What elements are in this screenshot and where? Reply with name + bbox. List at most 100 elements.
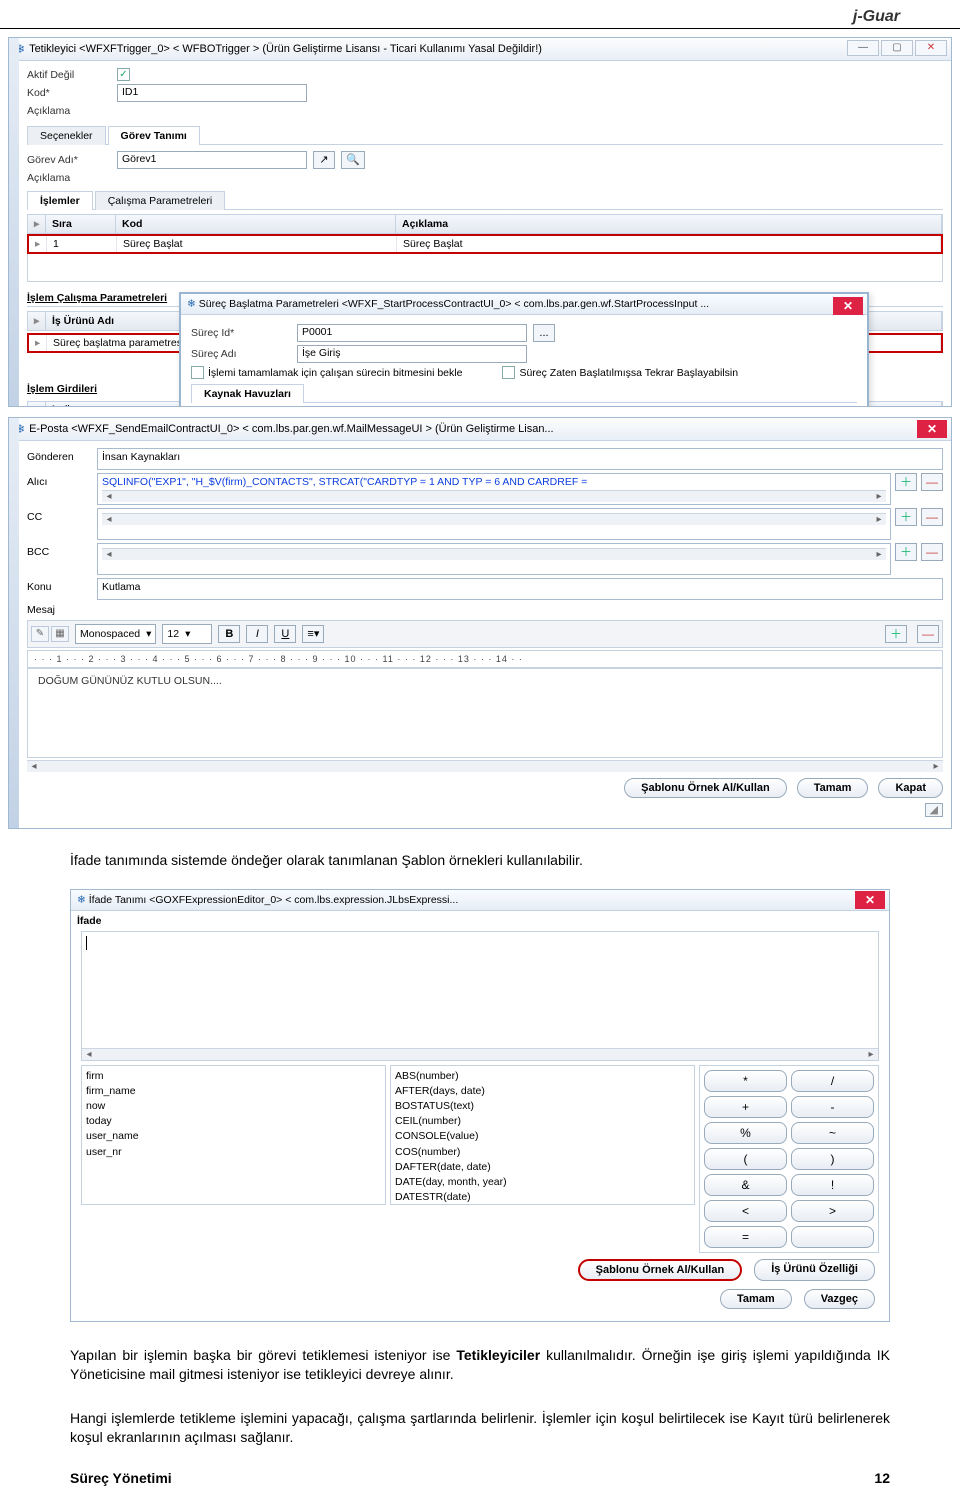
- list-item[interactable]: DAFTER(date, date): [395, 1160, 690, 1175]
- add-recipient-button[interactable]: ＋: [895, 473, 917, 491]
- tool-icon-2[interactable]: ▦: [51, 626, 69, 642]
- keypad-key[interactable]: ): [791, 1148, 874, 1170]
- remove-bcc-button[interactable]: —: [921, 543, 943, 561]
- editor-area[interactable]: DOĞUM GÜNÜNÜZ KUTLU OLSUN....: [27, 668, 943, 758]
- alici-scrollbar[interactable]: ◂▸: [102, 490, 886, 502]
- empty-grid-area: [27, 254, 943, 282]
- list-item[interactable]: ABS(number): [395, 1069, 690, 1084]
- vazgec-button[interactable]: Vazgeç: [804, 1289, 875, 1309]
- search-icon[interactable]: 🔍: [341, 151, 365, 169]
- bold-button[interactable]: B: [218, 625, 240, 643]
- cc-input[interactable]: ◂▸: [97, 508, 891, 540]
- dialog-close-button[interactable]: ✕: [833, 297, 863, 315]
- surec-id-input[interactable]: P0001: [297, 324, 527, 342]
- underline-button[interactable]: U: [274, 625, 296, 643]
- keypad-key[interactable]: +: [704, 1096, 787, 1118]
- restart-allowed-checkbox[interactable]: [502, 366, 515, 379]
- remove-recipient-button[interactable]: —: [921, 473, 943, 491]
- font-size-select[interactable]: 12▾: [162, 624, 212, 644]
- tab-calisma-parametreleri[interactable]: Çalışma Parametreleri: [95, 191, 225, 210]
- editor-remove-button[interactable]: —: [917, 625, 939, 643]
- gonderen-input[interactable]: İnsan Kaynakları: [97, 448, 943, 470]
- font-select[interactable]: Monospaced▾: [75, 624, 156, 644]
- ifade-close-button[interactable]: ✕: [855, 891, 885, 909]
- sablon-kullan-button[interactable]: Şablonu Örnek Al/Kullan: [624, 778, 787, 798]
- surec-adi-input[interactable]: İşe Giriş: [297, 345, 527, 363]
- remove-cc-button[interactable]: —: [921, 508, 943, 526]
- editor-scrollbar[interactable]: ◂▸: [27, 760, 943, 772]
- window-left-bar: [9, 38, 19, 406]
- keypad-key[interactable]: *: [704, 1070, 787, 1092]
- list-item[interactable]: firm_name: [86, 1084, 381, 1099]
- keypad-key[interactable]: !: [791, 1174, 874, 1196]
- resize-grip-icon[interactable]: ◢: [925, 803, 943, 817]
- list-item[interactable]: user_name: [86, 1129, 381, 1144]
- kod-input[interactable]: ID1: [117, 84, 307, 102]
- keypad-key[interactable]: %: [704, 1122, 787, 1144]
- aktif-degil-checkbox[interactable]: ✓: [117, 68, 130, 81]
- add-cc-button[interactable]: ＋: [895, 508, 917, 526]
- lookup-button[interactable]: ...: [533, 324, 555, 342]
- keypad-key[interactable]: /: [791, 1070, 874, 1092]
- footer-page-number: 12: [874, 1470, 890, 1486]
- wait-finish-checkbox[interactable]: [191, 366, 204, 379]
- keypad-key[interactable]: &: [704, 1174, 787, 1196]
- keypad-key[interactable]: =: [704, 1226, 787, 1248]
- keypad-key[interactable]: (: [704, 1148, 787, 1170]
- is-urunu-ozelligi-button[interactable]: İş Ürünü Özelliği: [754, 1259, 875, 1281]
- expr-scrollbar[interactable]: ◂▸: [82, 1048, 878, 1060]
- keypad-key[interactable]: -: [791, 1096, 874, 1118]
- italic-button[interactable]: I: [246, 625, 268, 643]
- minimize-button[interactable]: —: [847, 40, 879, 56]
- list-item[interactable]: DATE(day, month, year): [395, 1175, 690, 1190]
- kapat-button[interactable]: Kapat: [878, 778, 943, 798]
- email-close-button[interactable]: ✕: [917, 420, 947, 438]
- tamam-button[interactable]: Tamam: [720, 1289, 792, 1309]
- tamam-button[interactable]: Tamam: [797, 778, 869, 798]
- expression-editor[interactable]: ◂▸: [81, 931, 879, 1061]
- list-item[interactable]: CONSOLE(value): [395, 1129, 690, 1144]
- list-item[interactable]: user_nr: [86, 1145, 381, 1160]
- keypad-key[interactable]: >: [791, 1200, 874, 1222]
- tool-icon-1[interactable]: ✎: [31, 626, 49, 642]
- islem-girdileri-header: İşlem Girdileri: [27, 383, 97, 397]
- functions-list[interactable]: ABS(number) AFTER(days, date) BOSTATUS(t…: [390, 1065, 695, 1205]
- tetikleyiciler-bold: Tetikleyiciler: [456, 1347, 540, 1363]
- tab-secenekler[interactable]: Seçenekler: [27, 126, 106, 145]
- editor-add-button[interactable]: ＋: [885, 625, 907, 643]
- add-bcc-button[interactable]: ＋: [895, 543, 917, 561]
- alici-input[interactable]: SQLINFO("EXP1", "H_$V(firm)_CONTACTS", S…: [97, 473, 891, 505]
- editor-toolbar: ✎ ▦ Monospaced▾ 12▾ B I U ≡▾ ＋ —: [27, 620, 943, 648]
- list-item[interactable]: DATESTR(date): [395, 1190, 690, 1204]
- list-item[interactable]: now: [86, 1099, 381, 1114]
- maximize-button[interactable]: ▢: [881, 40, 913, 56]
- bcc-input[interactable]: ◂▸: [97, 543, 891, 575]
- gorev-adi-input[interactable]: Görev1: [117, 151, 307, 169]
- konu-input[interactable]: Kutlama: [97, 578, 943, 600]
- keypad-key[interactable]: [791, 1226, 874, 1248]
- row-marker-icon: ▸: [29, 335, 47, 351]
- surec-adi-label: Süreç Adı: [191, 348, 291, 360]
- variables-list[interactable]: firm firm_name now today user_name user_…: [81, 1065, 386, 1205]
- list-item[interactable]: COS(number): [395, 1145, 690, 1160]
- tab-islemler[interactable]: İşlemler: [27, 191, 93, 210]
- list-item[interactable]: firm: [86, 1069, 381, 1084]
- align-button[interactable]: ≡▾: [302, 625, 324, 643]
- bcc-scrollbar[interactable]: ◂▸: [102, 548, 886, 560]
- paragraph-1: İfade tanımında sistemde öndeğer olarak …: [0, 839, 960, 883]
- gonderen-label: Gönderen: [27, 448, 97, 470]
- list-item[interactable]: BOSTATUS(text): [395, 1099, 690, 1114]
- list-item[interactable]: CEIL(number): [395, 1114, 690, 1129]
- tab-kaynak-havuzlari[interactable]: Kaynak Havuzları: [191, 384, 304, 403]
- keypad-key[interactable]: ~: [791, 1122, 874, 1144]
- list-item[interactable]: AFTER(days, date): [395, 1084, 690, 1099]
- close-button[interactable]: ✕: [915, 40, 947, 56]
- arrow-export-icon[interactable]: ↗: [313, 151, 335, 169]
- cc-scrollbar[interactable]: ◂▸: [102, 513, 886, 525]
- trigger-window-titlebar: ❄ Tetikleyici <WFXFTrigger_0> < WFBOTrig…: [9, 38, 951, 61]
- tab-gorev-tanimi[interactable]: Görev Tanımı: [108, 126, 200, 145]
- list-item[interactable]: today: [86, 1114, 381, 1129]
- sablon-kullan-button[interactable]: Şablonu Örnek Al/Kullan: [578, 1259, 743, 1281]
- islemler-row-1[interactable]: ▸ 1 Süreç Başlat Süreç Başlat: [27, 234, 943, 254]
- keypad-key[interactable]: <: [704, 1200, 787, 1222]
